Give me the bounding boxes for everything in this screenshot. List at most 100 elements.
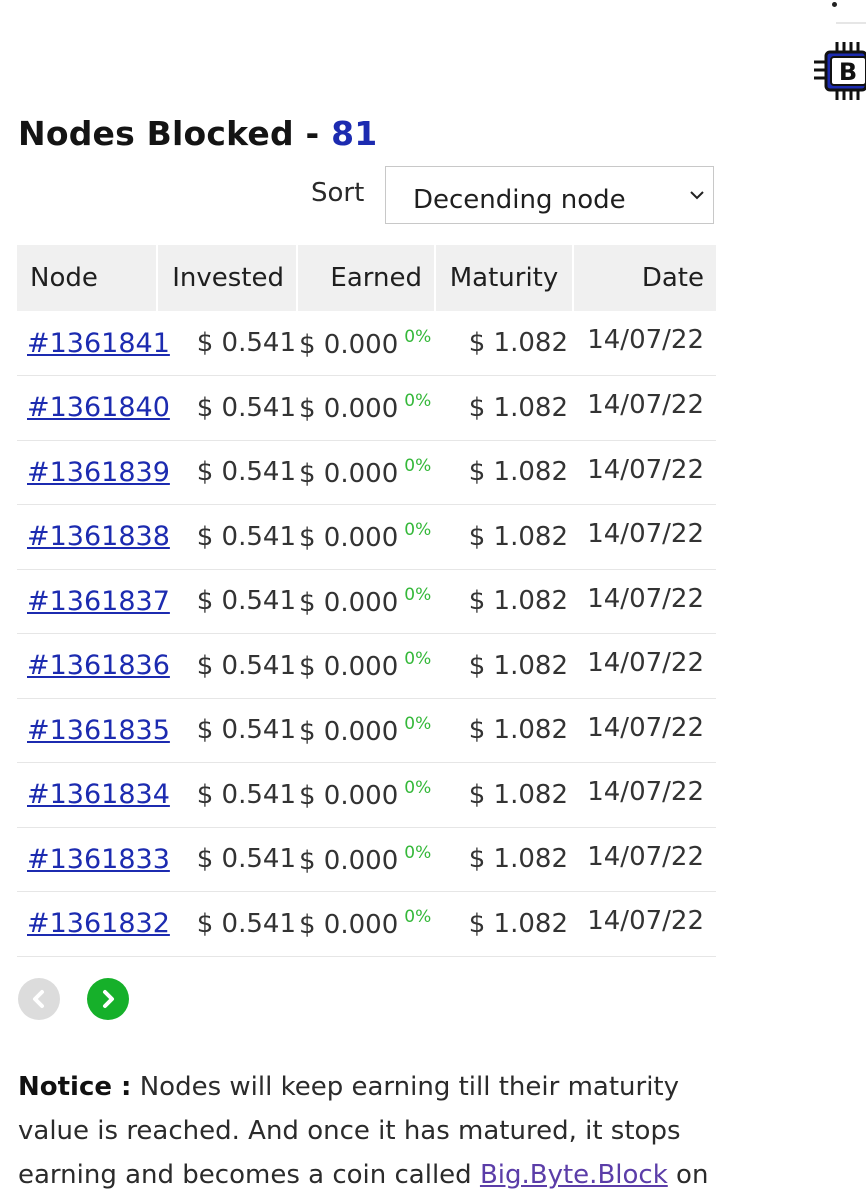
- invested-cell: $ 0.541: [157, 891, 297, 957]
- chevron-left-icon: [33, 990, 44, 1008]
- previous-page-button[interactable]: [18, 978, 60, 1020]
- table-row: #1361834 $ 0.541 $ 0.000 0% $ 1.082 14/07…: [17, 762, 716, 828]
- sort-dropdown[interactable]: Decending node: [385, 166, 714, 224]
- invested-cell: $ 0.541: [157, 311, 297, 376]
- invested-cell: $ 0.541: [157, 504, 297, 570]
- page-title: Nodes Blocked - 81: [18, 114, 377, 153]
- table-row: #1361836 $ 0.541 $ 0.000 0% $ 1.082 14/07…: [17, 633, 716, 699]
- date-cell: 14/07/22: [573, 311, 716, 376]
- table-row: #1361839 $ 0.541 $ 0.000 0% $ 1.082 14/07…: [17, 440, 716, 505]
- earned-value: $ 0.000: [299, 652, 399, 683]
- table-row: #1361832 $ 0.541 $ 0.000 0% $ 1.082 14/07…: [17, 891, 716, 957]
- invested-cell: $ 0.541: [157, 569, 297, 634]
- node-link[interactable]: #1361840: [27, 392, 170, 423]
- earned-percent: 0%: [404, 391, 432, 412]
- node-link[interactable]: #1361837: [27, 586, 170, 617]
- column-header-node[interactable]: Node: [17, 245, 158, 311]
- node-cell: #1361841: [17, 311, 170, 376]
- column-header-invested[interactable]: Invested: [157, 245, 298, 311]
- node-cell: #1361837: [17, 569, 170, 634]
- node-cell: #1361838: [17, 504, 170, 570]
- earned-percent: 0%: [404, 842, 432, 863]
- earned-percent: 0%: [404, 520, 432, 541]
- earned-cell: $ 0.000 0%: [297, 375, 435, 441]
- maturity-cell: $ 1.082: [435, 375, 573, 441]
- earned-value: $ 0.000: [299, 910, 399, 941]
- node-cell: #1361836: [17, 633, 170, 699]
- earned-cell: $ 0.000 0%: [297, 633, 435, 699]
- earned-value: $ 0.000: [299, 781, 399, 812]
- node-cell: #1361839: [17, 440, 170, 505]
- logo-letter: B: [839, 58, 857, 86]
- earned-value: $ 0.000: [299, 394, 399, 425]
- chevron-down-icon: [690, 191, 704, 200]
- node-link[interactable]: #1361836: [27, 650, 170, 681]
- node-cell: #1361840: [17, 375, 170, 441]
- earned-cell: $ 0.000 0%: [297, 698, 435, 763]
- node-link[interactable]: #1361839: [27, 457, 170, 488]
- invested-cell: $ 0.541: [157, 698, 297, 763]
- notice-label: Notice :: [18, 1072, 132, 1102]
- node-link[interactable]: #1361834: [27, 779, 170, 810]
- bitcoin-chip-icon[interactable]: B: [812, 40, 866, 102]
- earned-cell: $ 0.000 0%: [297, 440, 435, 505]
- top-dot: [832, 2, 837, 7]
- node-link[interactable]: #1361833: [27, 844, 170, 875]
- table-row: #1361837 $ 0.541 $ 0.000 0% $ 1.082 14/07…: [17, 569, 716, 634]
- maturity-cell: $ 1.082: [435, 569, 573, 634]
- maturity-cell: $ 1.082: [435, 891, 573, 957]
- maturity-cell: $ 1.082: [435, 440, 573, 505]
- earned-cell: $ 0.000 0%: [297, 762, 435, 828]
- sort-selected-value: Decending node: [413, 185, 626, 215]
- date-cell: 14/07/22: [573, 891, 716, 957]
- table-row: #1361841 $ 0.541 $ 0.000 0% $ 1.082 14/07…: [17, 311, 716, 376]
- node-link[interactable]: #1361841: [27, 328, 170, 359]
- date-cell: 14/07/22: [573, 375, 716, 441]
- earned-value: $ 0.000: [299, 587, 399, 618]
- node-cell: #1361834: [17, 762, 170, 828]
- earned-percent: 0%: [404, 778, 432, 799]
- date-cell: 14/07/22: [573, 762, 716, 828]
- node-link[interactable]: #1361835: [27, 715, 170, 746]
- table-row: #1361838 $ 0.541 $ 0.000 0% $ 1.082 14/07…: [17, 504, 716, 570]
- next-page-button[interactable]: [87, 978, 129, 1020]
- invested-cell: $ 0.541: [157, 375, 297, 441]
- earned-cell: $ 0.000 0%: [297, 891, 435, 957]
- node-cell: #1361835: [17, 698, 170, 763]
- column-header-earned[interactable]: Earned: [297, 245, 436, 311]
- maturity-cell: $ 1.082: [435, 698, 573, 763]
- table-row: #1361833 $ 0.541 $ 0.000 0% $ 1.082 14/07…: [17, 827, 716, 892]
- date-cell: 14/07/22: [573, 504, 716, 570]
- table-header-row: Node Invested Earned Maturity Date: [17, 245, 716, 311]
- node-cell: #1361833: [17, 827, 170, 892]
- chevron-right-icon: [103, 990, 114, 1008]
- date-cell: 14/07/22: [573, 633, 716, 699]
- invested-cell: $ 0.541: [157, 827, 297, 892]
- column-header-date[interactable]: Date: [573, 245, 716, 311]
- maturity-cell: $ 1.082: [435, 504, 573, 570]
- column-header-maturity[interactable]: Maturity: [435, 245, 574, 311]
- notice-tail: on: [667, 1160, 709, 1190]
- blocked-count: 81: [331, 114, 378, 153]
- earned-value: $ 0.000: [299, 458, 399, 489]
- invested-cell: $ 0.541: [157, 762, 297, 828]
- maturity-cell: $ 1.082: [435, 633, 573, 699]
- date-cell: 14/07/22: [573, 440, 716, 505]
- node-link[interactable]: #1361838: [27, 521, 170, 552]
- node-link[interactable]: #1361832: [27, 908, 170, 939]
- earned-percent: 0%: [404, 907, 432, 928]
- big-byte-block-link[interactable]: Big.Byte.Block: [480, 1160, 668, 1190]
- earned-cell: $ 0.000 0%: [297, 827, 435, 892]
- date-cell: 14/07/22: [573, 698, 716, 763]
- page-title-text: Nodes Blocked -: [18, 114, 320, 153]
- sort-label: Sort: [311, 178, 365, 208]
- notice-text: Notice : Nodes will keep earning till th…: [18, 1065, 718, 1197]
- invested-cell: $ 0.541: [157, 633, 297, 699]
- earned-value: $ 0.000: [299, 329, 399, 360]
- earned-percent: 0%: [404, 455, 432, 476]
- earned-percent: 0%: [404, 649, 432, 670]
- earned-cell: $ 0.000 0%: [297, 504, 435, 570]
- earned-value: $ 0.000: [299, 523, 399, 554]
- table-row: #1361840 $ 0.541 $ 0.000 0% $ 1.082 14/07…: [17, 375, 716, 441]
- top-divider: [836, 22, 866, 24]
